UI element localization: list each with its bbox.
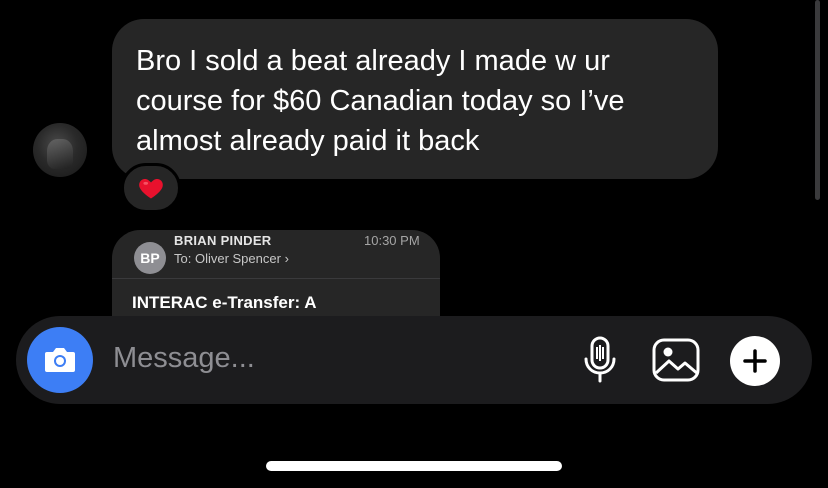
microphone-button[interactable]	[578, 334, 622, 386]
sender-initials-avatar: BP	[134, 242, 166, 274]
email-time: 10:30 PM	[364, 233, 420, 248]
gallery-button[interactable]	[650, 336, 702, 384]
gallery-icon	[652, 338, 700, 382]
email-sender: BRIAN PINDER	[174, 233, 272, 248]
message-composer: Message...	[16, 316, 812, 404]
home-indicator[interactable]	[266, 461, 562, 471]
scrollbar[interactable]	[815, 0, 820, 200]
email-subject: INTERAC e-Transfer: A	[132, 293, 317, 312]
email-recipient-text: To: Oliver Spencer	[174, 251, 281, 266]
divider	[112, 278, 440, 279]
reaction-badge[interactable]	[121, 163, 181, 213]
heart-icon	[139, 178, 163, 199]
plus-icon	[743, 349, 767, 373]
add-button[interactable]	[730, 336, 780, 386]
message-text: Bro I sold a beat already I made w ur co…	[136, 45, 625, 157]
email-recipient[interactable]: To: Oliver Spencer ›	[174, 251, 289, 266]
avatar-photo	[47, 139, 73, 169]
message-input[interactable]: Message...	[113, 342, 255, 375]
camera-icon	[45, 348, 75, 372]
camera-button[interactable]	[27, 327, 93, 393]
chevron-right-icon: ›	[284, 251, 289, 266]
sender-avatar[interactable]	[33, 123, 87, 177]
microphone-icon	[584, 336, 616, 383]
message-bubble[interactable]: Bro I sold a beat already I made w ur co…	[112, 19, 718, 179]
